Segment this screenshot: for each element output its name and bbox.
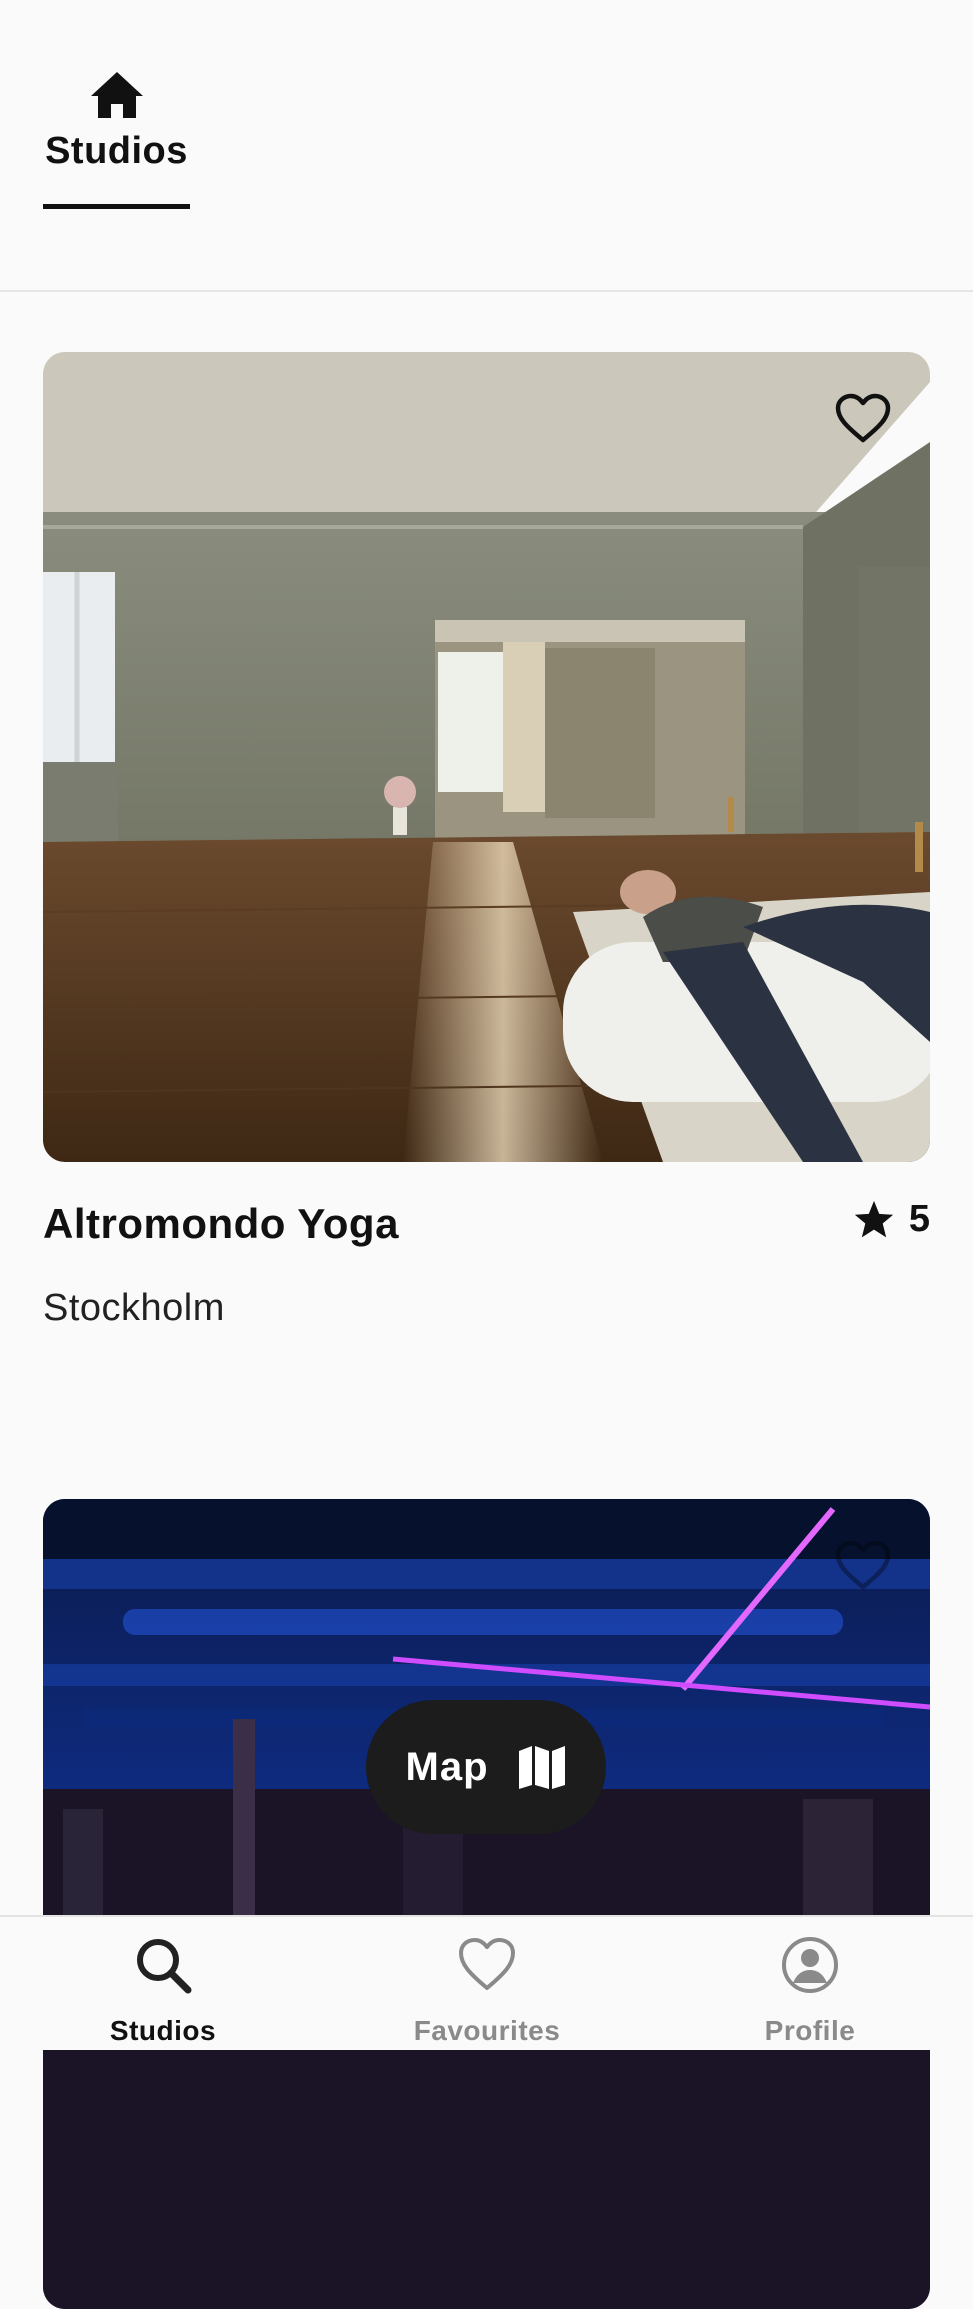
active-tab-indicator	[43, 204, 190, 209]
nav-profile-label: Profile	[764, 2015, 856, 2046]
map-icon	[518, 1746, 565, 1789]
studio-name: Altromondo Yoga	[43, 1200, 399, 1247]
map-button-label: Map	[405, 1744, 489, 1789]
nav-favourites-label: Favourites	[413, 2015, 561, 2046]
nav-profile[interactable]: Profile	[690, 1935, 930, 2047]
user-circle-icon	[782, 1937, 838, 1993]
star-icon	[854, 1200, 893, 1237]
tab-studios-label: Studios	[45, 130, 188, 172]
search-icon	[137, 1939, 192, 1994]
map-button[interactable]: Map	[366, 1700, 606, 1834]
studio-image[interactable]	[43, 1499, 930, 2309]
heart-outline-icon[interactable]	[834, 392, 892, 444]
nav-favourites[interactable]: Favourites	[367, 1935, 607, 2047]
tab-studios[interactable]: Studios	[43, 70, 190, 210]
studio-location: Stockholm	[43, 1287, 225, 1329]
heart-outline-icon[interactable]	[834, 1539, 892, 1591]
nav-studios-label: Studios	[109, 2015, 217, 2046]
studio-image[interactable]	[43, 352, 930, 1162]
rating-value: 5	[908, 1198, 930, 1240]
bottom-navigation: Studios Favourites Profile	[0, 1915, 973, 2050]
top-tab-bar: Studios	[0, 0, 973, 292]
heart-outline-icon	[459, 1938, 515, 1990]
home-icon	[90, 72, 143, 118]
nav-studios[interactable]: Studios	[43, 1935, 283, 2047]
studio-rating: 5	[853, 1198, 930, 1241]
